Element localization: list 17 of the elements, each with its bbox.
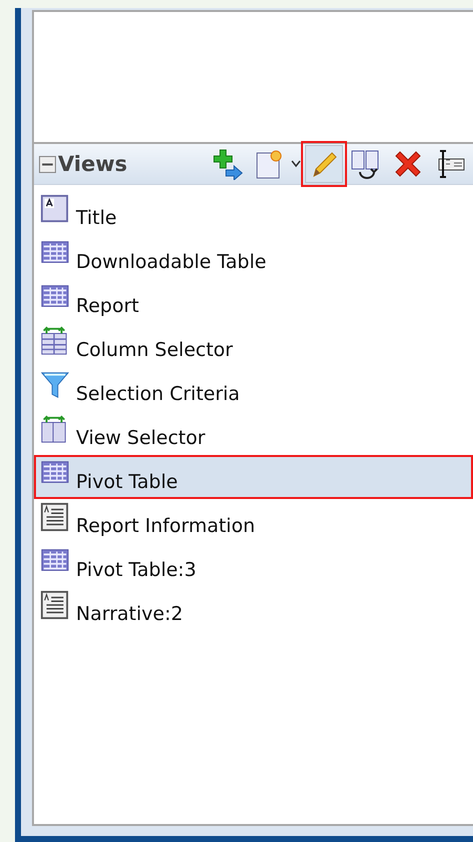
document-icon xyxy=(40,502,70,532)
view-item[interactable]: Report Information xyxy=(34,499,473,543)
funnel-icon xyxy=(40,370,70,400)
caret-icon[interactable] xyxy=(291,160,301,168)
view-item[interactable]: Column Selector xyxy=(34,323,473,367)
view-item[interactable]: Title xyxy=(34,191,473,235)
view-item[interactable]: Report xyxy=(34,279,473,323)
view-item[interactable]: Pivot Table:3 xyxy=(34,543,473,587)
view-item[interactable]: Narrative:2 xyxy=(34,587,473,631)
views-title: Views xyxy=(58,152,128,176)
collapse-icon[interactable] xyxy=(39,156,56,172)
view-item[interactable]: Selection Criteria xyxy=(34,367,473,411)
view-item[interactable]: Pivot Table xyxy=(34,455,473,499)
document-icon xyxy=(40,590,70,620)
view-item[interactable]: Downloadable Table xyxy=(34,235,473,279)
view-item[interactable]: View Selector xyxy=(34,411,473,455)
title-icon xyxy=(40,194,70,224)
